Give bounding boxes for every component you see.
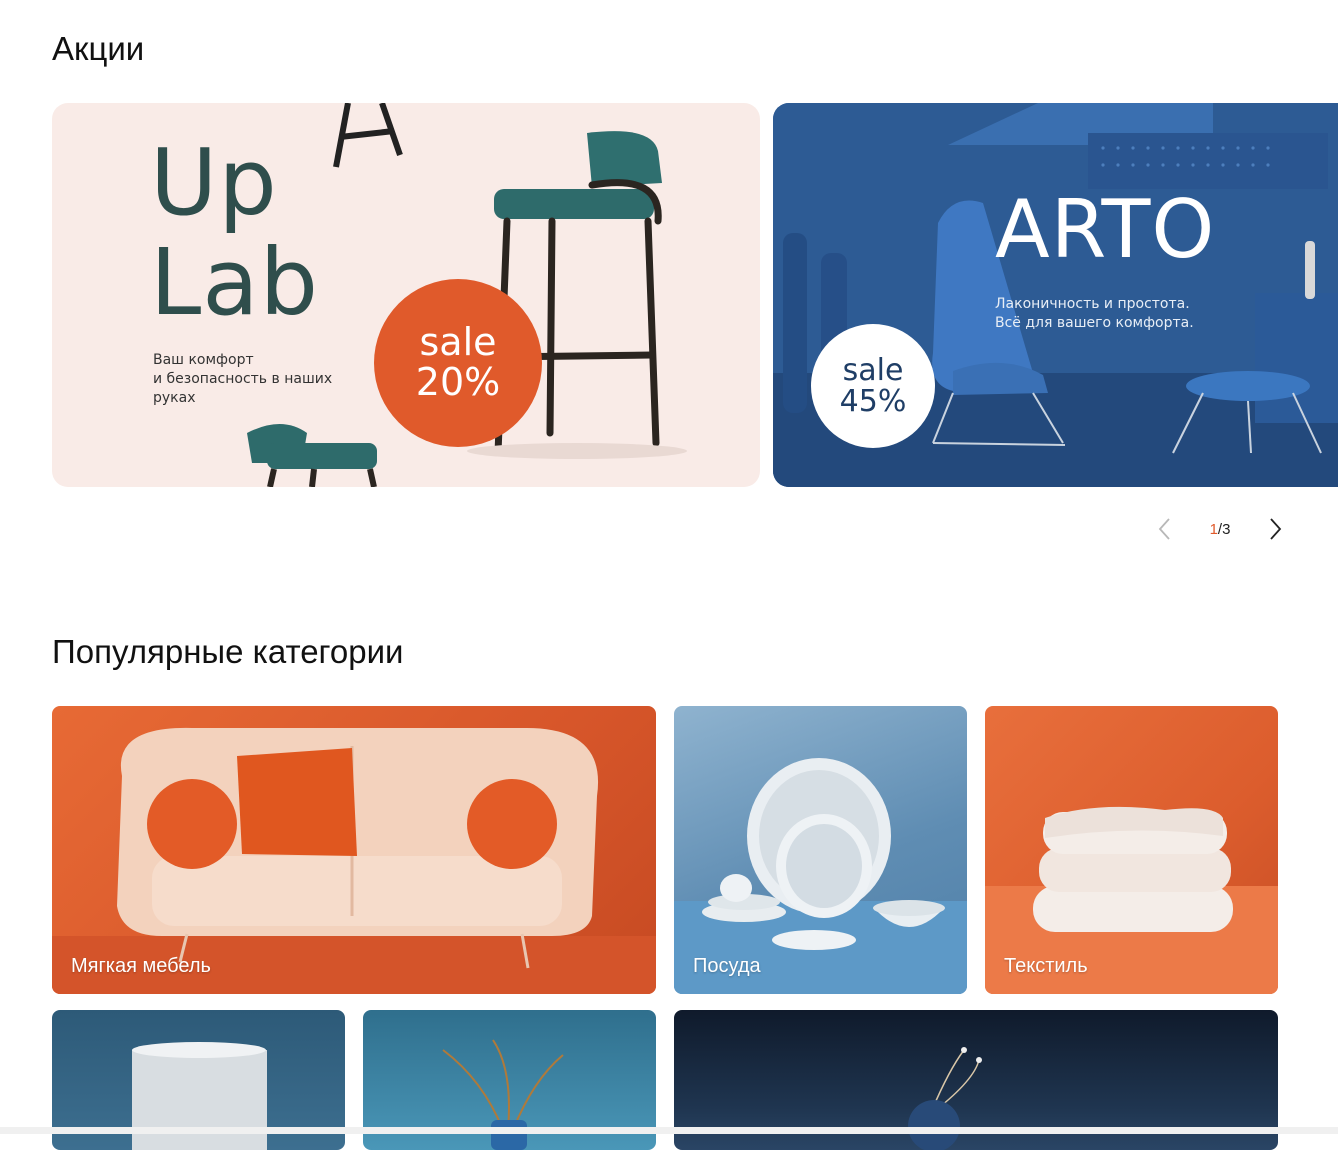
sale-value: 45% [839, 384, 907, 419]
category-card-dishes[interactable]: Посуда [674, 706, 967, 994]
dishes-image [674, 758, 967, 994]
uplab-brand: Up Lab [150, 133, 319, 333]
promo-banner-arto[interactable]: ARTO Лаконичность и простота. Всё для ва… [773, 103, 1338, 487]
sofa-image [52, 727, 656, 994]
category-label: Мягкая мебель [71, 955, 211, 977]
textile-image [985, 806, 1278, 994]
promo-pager: 1/3 [1150, 514, 1290, 544]
sale-value: 20% [415, 360, 501, 404]
chevron-left-icon[interactable] [1150, 514, 1180, 544]
pager-total: 3 [1222, 520, 1231, 538]
uplab-brand-line1: Up [150, 129, 278, 236]
bottom-bar [0, 1127, 1338, 1134]
uplab-tagline-line: руках [153, 390, 196, 406]
sale-label: sale [842, 352, 904, 388]
uplab-tagline: Ваш комфорт и безопасность в наших руках [153, 351, 353, 408]
promo-banner-uplab[interactable]: Up Lab Ваш комфорт и безопасность в наши… [52, 103, 760, 487]
arto-tagline-line: Всё для вашего комфорта. [995, 315, 1194, 331]
uplab-sale-badge: sale 20% [374, 279, 542, 447]
promotions-title: Акции [52, 30, 145, 67]
uplab-tagline-line: и безопасность в наших [153, 371, 333, 387]
arto-tagline: Лаконичность и простота. Всё для вашего … [995, 295, 1255, 333]
arto-tagline-line: Лаконичность и простота. [995, 296, 1190, 312]
chevron-right-icon[interactable] [1260, 514, 1290, 544]
category-label: Посуда [693, 955, 761, 977]
category-card-sofa[interactable]: Мягкая мебель [52, 706, 656, 994]
category-card-textile[interactable]: Текстиль [985, 706, 1278, 994]
uplab-tagline-line: Ваш комфорт [153, 352, 254, 368]
categories-title: Популярные категории [52, 633, 404, 670]
arto-brand: ARTO [995, 183, 1216, 276]
uplab-brand-line2: Lab [150, 229, 320, 336]
pager-counter: 1/3 [1210, 521, 1231, 538]
sale-label: sale [419, 320, 497, 365]
arto-sale-badge: sale 45% [811, 324, 935, 448]
category-label: Текстиль [1004, 955, 1088, 977]
pager-current: 1 [1209, 520, 1218, 538]
